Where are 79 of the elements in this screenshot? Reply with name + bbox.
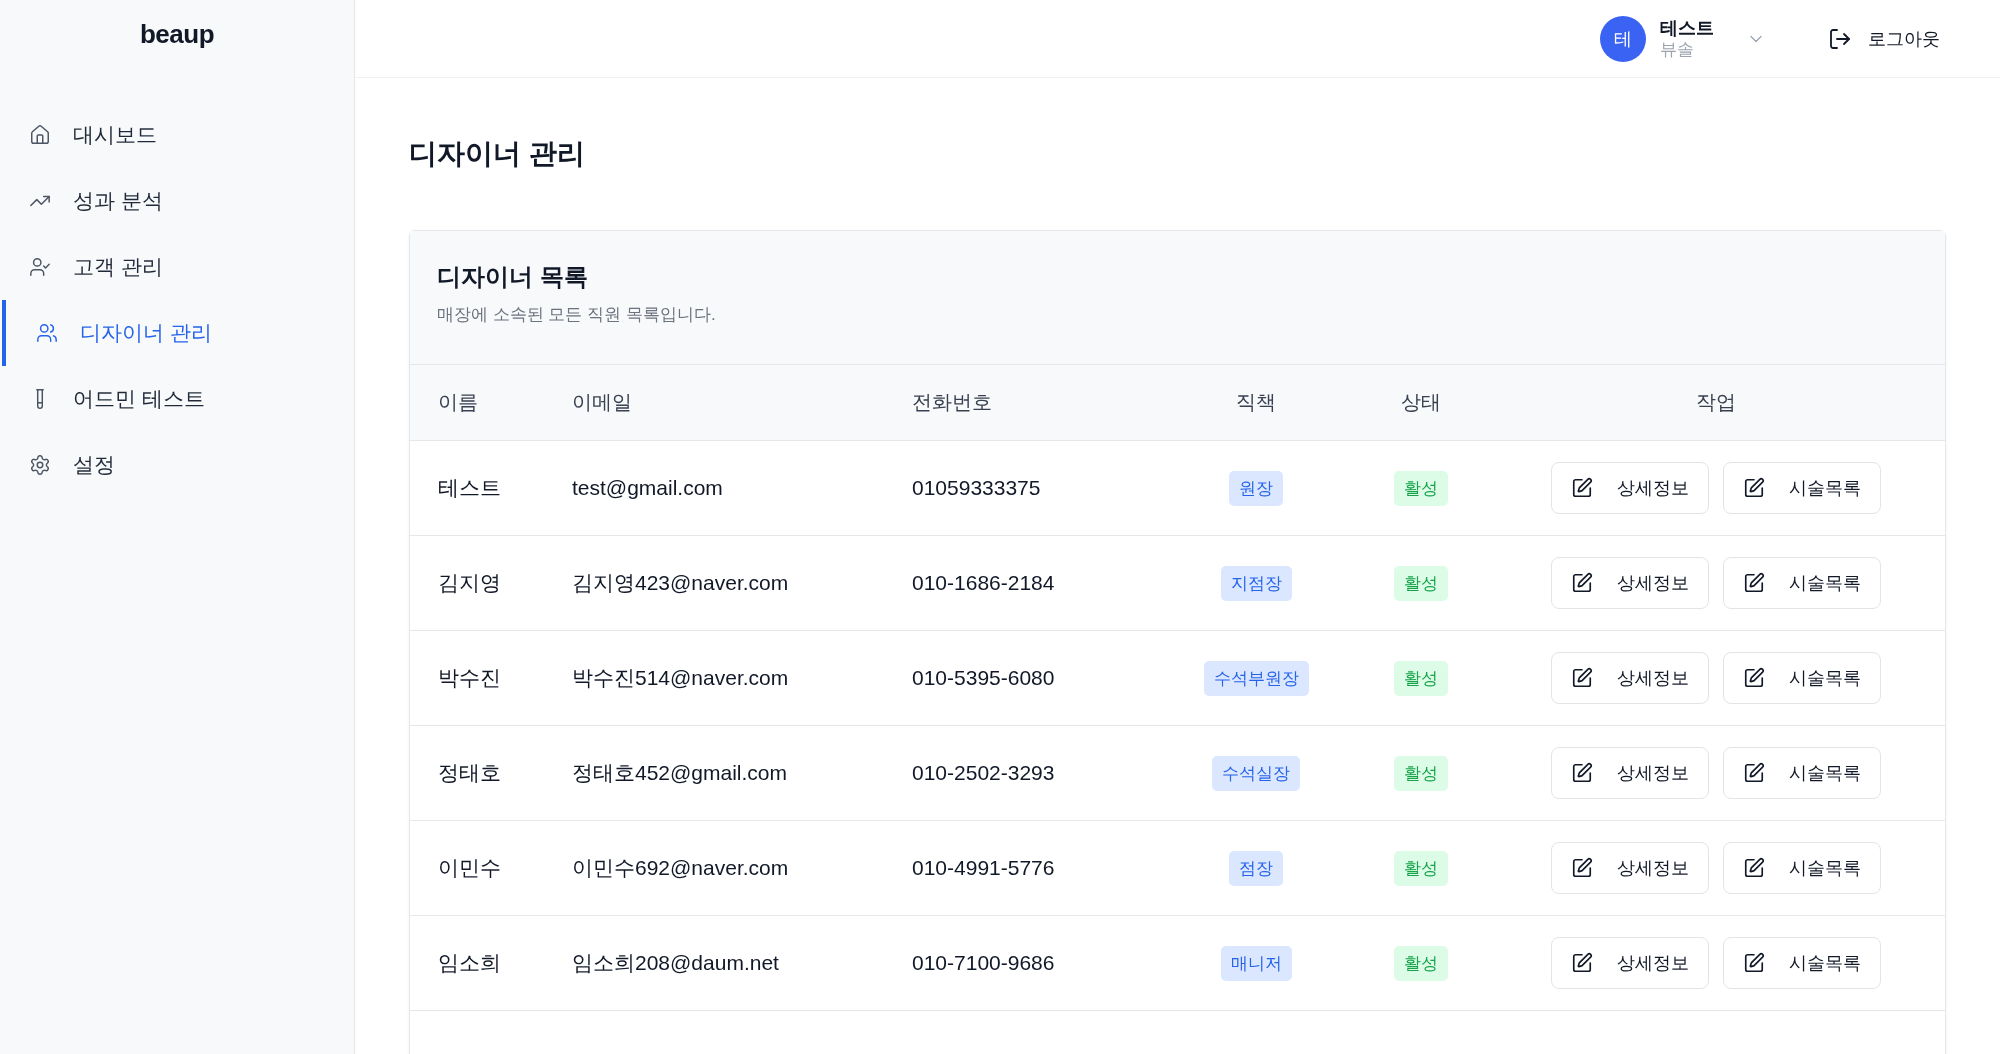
card-subtitle: 매장에 소속된 모든 직원 목록입니다. bbox=[437, 304, 717, 326]
table-cell-text: 테스트 bbox=[438, 475, 502, 501]
avatar[interactable]: 테 bbox=[1600, 15, 1646, 62]
table-cell-text: 김지영423@naver.com bbox=[572, 570, 790, 596]
users-icon bbox=[36, 322, 58, 344]
home-icon bbox=[29, 124, 51, 146]
treatments-button[interactable]: 시술목록 bbox=[1723, 652, 1881, 704]
table-cell-text: 010-5395-6080 bbox=[912, 666, 1056, 690]
role-badge: 수석부원장 bbox=[1203, 660, 1309, 696]
treatments-button[interactable]: 시술목록 bbox=[1723, 557, 1881, 609]
status-badge: 활성 bbox=[1394, 850, 1448, 886]
table-cell-text: 이민수692@naver.com bbox=[572, 855, 790, 881]
edit-icon bbox=[1571, 857, 1593, 879]
table-cell-text: 정태호 bbox=[438, 760, 502, 786]
details-button[interactable]: 상세정보 bbox=[1551, 652, 1709, 704]
column-header: 작업 bbox=[1696, 391, 1736, 413]
table-cell-text: test@gmail.com bbox=[572, 476, 724, 500]
table-cell-text: 010-4991-5776 bbox=[912, 856, 1056, 880]
column-header: 이메일 bbox=[572, 391, 632, 413]
sidebar-item[interactable]: 설정 bbox=[0, 432, 354, 498]
card-title: 디자이너 목록 bbox=[437, 262, 589, 292]
edit-icon bbox=[1743, 857, 1765, 879]
edit-icon bbox=[1571, 952, 1593, 974]
treatments-button[interactable]: 시술목록 bbox=[1723, 937, 1881, 989]
logout-button[interactable]: 로그아웃 bbox=[1824, 22, 1944, 55]
details-button[interactable]: 상세정보 bbox=[1551, 462, 1709, 514]
status-badge: 활성 bbox=[1394, 755, 1448, 791]
table-cell-text: 정태호452@gmail.com bbox=[572, 760, 789, 786]
edit-icon bbox=[1571, 572, 1593, 594]
role-badge: 원장 bbox=[1229, 470, 1283, 506]
store-name: 뷰솔 bbox=[1660, 38, 1695, 61]
status-badge: 활성 bbox=[1394, 660, 1448, 696]
details-button[interactable]: 상세정보 bbox=[1551, 937, 1709, 989]
edit-icon bbox=[1571, 477, 1593, 499]
column-header: 상태 bbox=[1401, 391, 1441, 413]
sidebar-item[interactable]: 대시보드 bbox=[0, 102, 354, 168]
role-badge: 매니저 bbox=[1220, 945, 1292, 981]
table-cell-text: 010-1686-2184 bbox=[912, 571, 1056, 595]
table-cell-text: 박수진514@naver.com bbox=[572, 665, 790, 691]
table-cell-text: 임소희 bbox=[438, 950, 502, 976]
sidebar-item[interactable]: 고객 관리 bbox=[0, 234, 354, 300]
logo: beaup bbox=[138, 17, 216, 51]
edit-icon bbox=[1743, 762, 1765, 784]
role-badge: 점장 bbox=[1229, 850, 1283, 886]
table-cell-text: 010-7100-9686 bbox=[912, 951, 1056, 975]
treatments-button[interactable]: 시술목록 bbox=[1723, 842, 1881, 894]
settings-icon bbox=[29, 454, 51, 476]
table-cell-text: 010-2502-3293 bbox=[912, 761, 1056, 785]
sidebar-item[interactable]: 성과 분석 bbox=[0, 168, 354, 234]
treatments-button[interactable]: 시술목록 bbox=[1723, 747, 1881, 799]
status-badge: 활성 bbox=[1394, 945, 1448, 981]
column-header: 이름 bbox=[438, 391, 478, 413]
role-badge: 수석실장 bbox=[1212, 755, 1300, 791]
edit-icon bbox=[1571, 762, 1593, 784]
edit-icon bbox=[1743, 952, 1765, 974]
column-header: 전화번호 bbox=[912, 391, 992, 413]
logout-icon bbox=[1828, 26, 1852, 51]
sidebar-item[interactable]: 디자이너 관리 bbox=[2, 300, 354, 366]
edit-icon bbox=[1743, 572, 1765, 594]
status-badge: 활성 bbox=[1394, 565, 1448, 601]
page-title: 디자이너 관리 bbox=[409, 137, 586, 171]
table-cell-text: 박수진 bbox=[438, 665, 502, 691]
treatments-button[interactable]: 시술목록 bbox=[1723, 462, 1881, 514]
table-cell-text: 임소희208@daum.net bbox=[572, 950, 780, 976]
edit-icon bbox=[1571, 667, 1593, 689]
user-name: 테스트 bbox=[1660, 16, 1714, 39]
details-button[interactable]: 상세정보 bbox=[1551, 747, 1709, 799]
table-cell-text: 김지영 bbox=[438, 570, 502, 596]
edit-icon bbox=[1743, 477, 1765, 499]
edit-icon bbox=[1743, 667, 1765, 689]
column-header: 직책 bbox=[1236, 391, 1276, 413]
table-cell-text: 이민수 bbox=[438, 855, 502, 881]
user-check-icon bbox=[29, 256, 51, 278]
role-badge: 지점장 bbox=[1220, 565, 1292, 601]
details-button[interactable]: 상세정보 bbox=[1551, 557, 1709, 609]
table-cell-text: 01059333375 bbox=[912, 476, 1042, 500]
sidebar-item[interactable]: 어드민 테스트 bbox=[0, 366, 354, 432]
details-button[interactable]: 상세정보 bbox=[1551, 842, 1709, 894]
status-badge: 활성 bbox=[1394, 470, 1448, 506]
